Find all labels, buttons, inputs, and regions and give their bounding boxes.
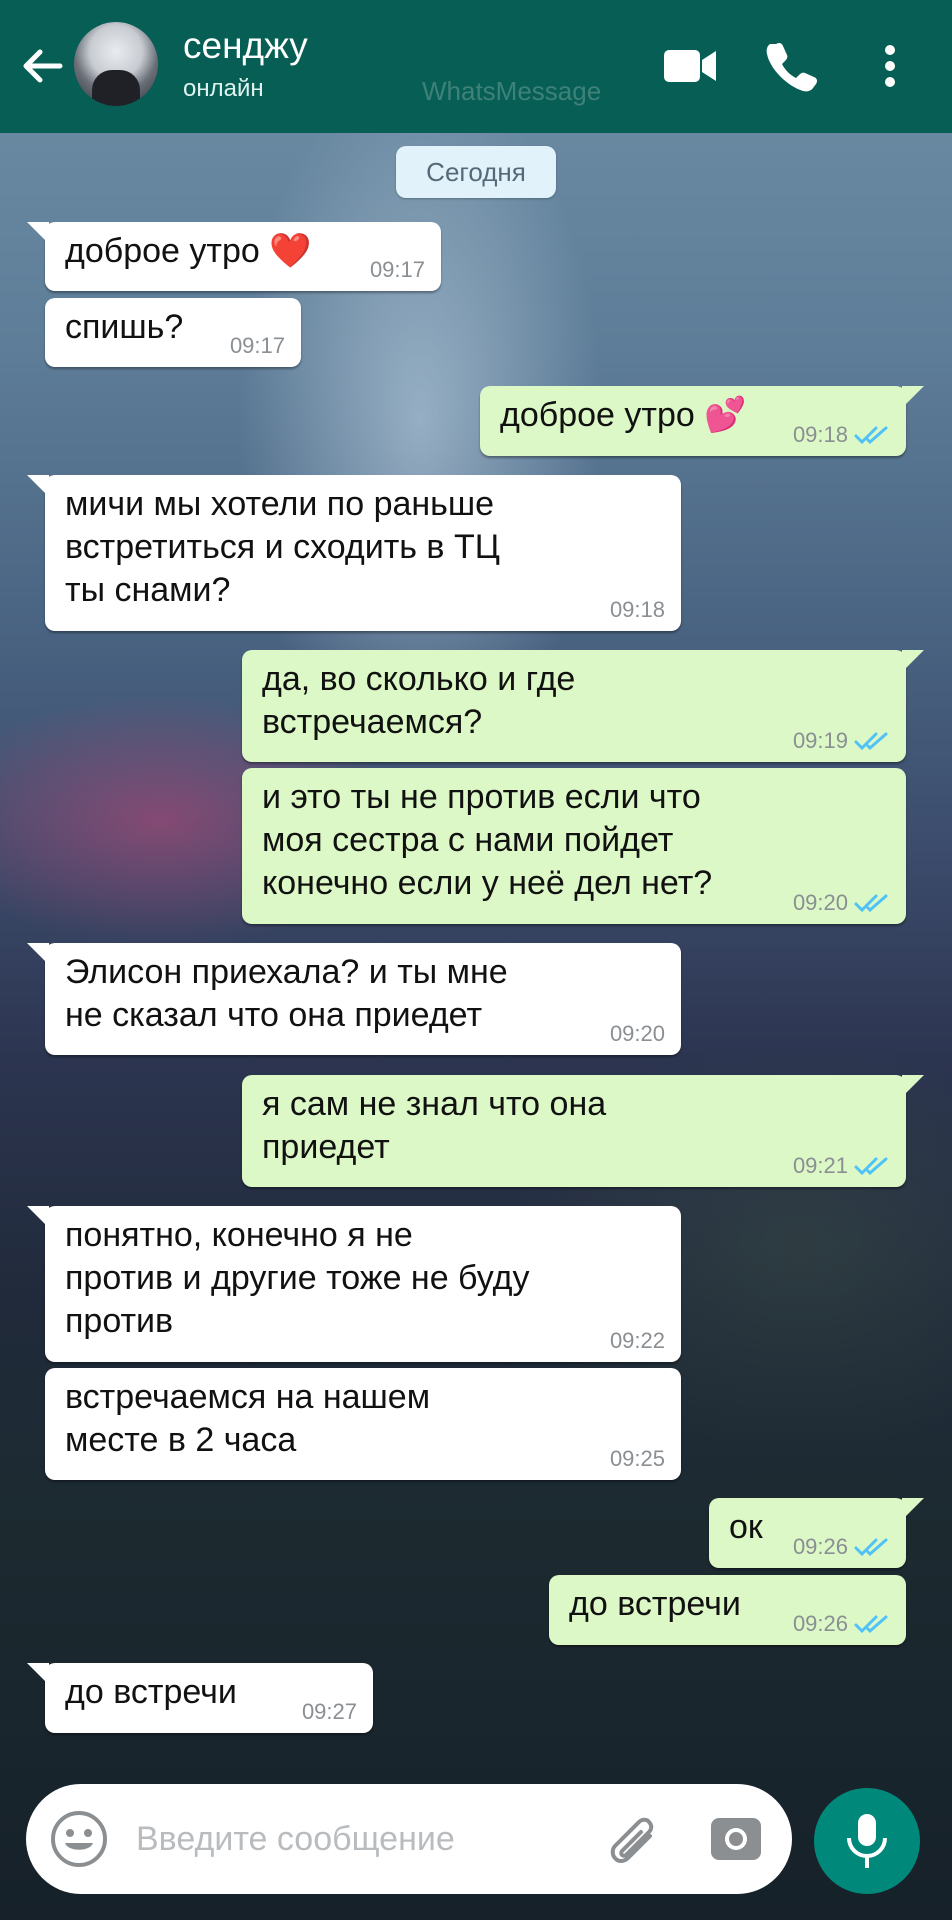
message-meta: 09:25 [610, 1446, 665, 1472]
message-meta: 09:20 [610, 1021, 665, 1047]
contact-name[interactable]: сенджу [183, 24, 308, 68]
message-bubble-incoming[interactable]: спишь? 09:17 [45, 298, 301, 367]
message-bubble-outgoing[interactable]: да, во сколько и где встречаемся? 09:19 [242, 650, 924, 762]
message-bubble-outgoing[interactable]: ок 09:26 [709, 1498, 924, 1568]
message-time: 09:25 [609, 1446, 665, 1471]
mic-icon [841, 1812, 893, 1870]
emoji-icon[interactable] [48, 1808, 110, 1870]
phone-call-icon[interactable] [762, 38, 822, 94]
message-time: 09:18 [792, 422, 848, 447]
message-composer[interactable]: Введите сообщение [26, 1784, 792, 1894]
message-bubble-incoming[interactable]: Элисон приехала? и ты мне не сказал что … [27, 943, 681, 1055]
message-meta: 09:18 [793, 422, 890, 448]
mic-button[interactable] [814, 1788, 920, 1894]
message-time: 09:22 [609, 1328, 665, 1353]
message-bubble-outgoing[interactable]: я сам не знал что она приедет 09:21 [242, 1075, 924, 1187]
read-receipt-icon [854, 732, 888, 751]
message-time: 09:18 [609, 597, 665, 622]
message-meta: 09:17 [230, 333, 285, 359]
message-time: 09:17 [229, 333, 285, 358]
message-bubble-outgoing[interactable]: до встречи 09:26 [549, 1575, 906, 1645]
read-receipt-icon [854, 426, 888, 445]
message-text: понятно, конечно я не против и другие то… [65, 1216, 530, 1340]
more-vert-icon[interactable] [868, 38, 912, 94]
message-time: 09:21 [792, 1153, 848, 1178]
attach-icon[interactable] [600, 1808, 662, 1870]
camera-icon[interactable] [708, 1810, 764, 1866]
message-time: 09:19 [792, 728, 848, 753]
message-meta: 09:22 [610, 1328, 665, 1354]
message-time: 09:26 [792, 1611, 848, 1636]
message-text: Элисон приехала? и ты мне не сказал что … [65, 953, 508, 1034]
message-meta: 09:19 [793, 728, 890, 754]
message-bubble-incoming[interactable]: понятно, конечно я не против и другие то… [27, 1206, 681, 1362]
video-call-icon[interactable] [660, 38, 720, 94]
read-receipt-icon [854, 1538, 888, 1557]
date-separator: Сегодня [396, 146, 556, 198]
message-meta: 09:21 [793, 1153, 890, 1179]
message-meta: 09:26 [793, 1534, 890, 1560]
message-time: 09:17 [369, 257, 425, 282]
message-bubble-incoming[interactable]: до встречи 09:27 [27, 1663, 373, 1733]
message-bubble-incoming[interactable]: доброе утро ❤️ 09:17 [27, 222, 441, 291]
read-receipt-icon [854, 1157, 888, 1176]
message-meta: 09:26 [793, 1611, 890, 1637]
message-time: 09:20 [609, 1021, 665, 1046]
message-bubble-incoming[interactable]: встречаемся на нашем месте в 2 часа 09:2… [45, 1368, 681, 1480]
message-meta: 09:20 [793, 890, 890, 916]
message-meta: 09:27 [302, 1699, 357, 1725]
message-input[interactable]: Введите сообщение [136, 1814, 455, 1864]
message-meta: 09:17 [370, 257, 425, 283]
back-arrow-icon[interactable] [20, 44, 64, 88]
watermark: WhatsMessage [422, 76, 602, 106]
message-time: 09:26 [792, 1534, 848, 1559]
message-time: 09:27 [301, 1699, 357, 1724]
message-text: встречаемся на нашем месте в 2 часа [65, 1378, 431, 1459]
chat-header: сенджу онлайн WhatsMessage [0, 0, 952, 133]
message-bubble-incoming[interactable]: мичи мы хотели по раньше встретиться и с… [27, 475, 681, 631]
message-time: 09:20 [792, 890, 848, 915]
read-receipt-icon [854, 1615, 888, 1634]
message-meta: 09:18 [610, 597, 665, 623]
message-text: и это ты не против если что моя сестра с… [262, 778, 713, 902]
read-receipt-icon [854, 894, 888, 913]
contact-status: онлайн [183, 75, 264, 102]
message-bubble-outgoing[interactable]: доброе утро 💕 09:18 [480, 386, 924, 456]
message-bubble-outgoing[interactable]: и это ты не против если что моя сестра с… [242, 768, 906, 924]
contact-avatar[interactable] [74, 22, 158, 106]
message-text: мичи мы хотели по раньше встретиться и с… [65, 485, 500, 609]
